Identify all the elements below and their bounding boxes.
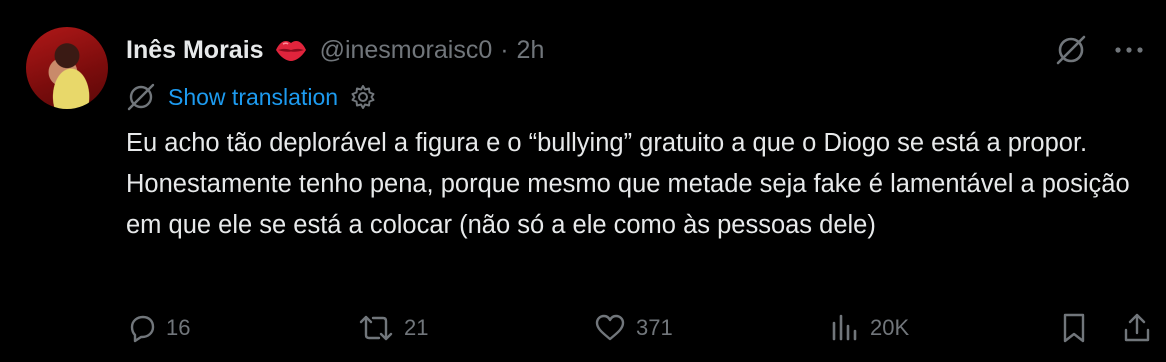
author-name[interactable]: Inês Morais	[126, 36, 264, 65]
bookmark-button[interactable]	[1060, 308, 1088, 348]
like-button[interactable]: 371	[594, 308, 673, 348]
avatar[interactable]	[26, 27, 108, 109]
header-actions	[1054, 30, 1144, 70]
bookmark-icon	[1060, 312, 1088, 344]
settings-gear-icon[interactable]	[350, 84, 376, 110]
action-bar: 16 21 371 20K	[126, 308, 1150, 348]
tweet-card: Inês Morais @inesmoraisc0 · 2h Show tran…	[0, 0, 1166, 362]
translate-icon	[126, 82, 156, 112]
tweet-text: Eu acho tão deplorável a figura e o “bul…	[126, 129, 1130, 239]
repost-icon	[358, 313, 394, 343]
author-handle[interactable]: @inesmoraisc0	[320, 36, 493, 65]
like-count: 371	[636, 315, 673, 340]
views-count: 20K	[870, 315, 910, 340]
repost-count: 21	[404, 315, 429, 340]
reply-icon	[126, 313, 156, 343]
reply-button[interactable]: 16	[126, 308, 190, 348]
like-icon	[594, 313, 626, 343]
more-icon[interactable]	[1114, 45, 1144, 55]
grok-icon[interactable]	[1054, 33, 1088, 67]
views-button[interactable]: 20K	[830, 308, 909, 348]
reply-count: 16	[166, 315, 191, 340]
timestamp[interactable]: 2h	[517, 36, 545, 65]
views-icon	[830, 313, 860, 343]
repost-button[interactable]: 21	[358, 308, 428, 348]
share-icon	[1122, 312, 1152, 344]
translation-row: Show translation	[126, 80, 376, 114]
share-button[interactable]	[1122, 308, 1152, 348]
tweet-header: Inês Morais @inesmoraisc0 · 2h	[126, 30, 544, 70]
kiss-mark-emoji	[274, 36, 308, 64]
show-translation-link[interactable]: Show translation	[168, 84, 338, 111]
separator-dot: ·	[500, 35, 509, 64]
